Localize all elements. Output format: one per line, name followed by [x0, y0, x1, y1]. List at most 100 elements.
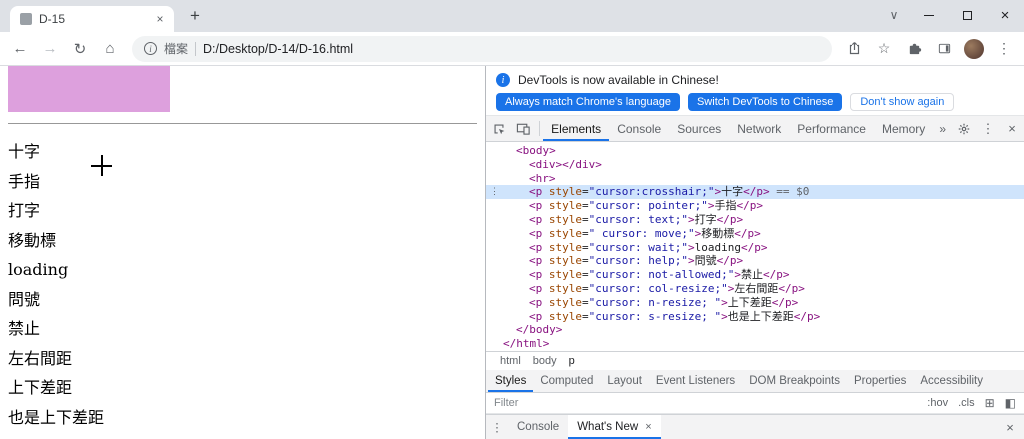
tab-search-chevron-icon[interactable]: ∨ — [878, 0, 910, 30]
devtools-tab-sources[interactable]: Sources — [669, 116, 729, 141]
page-text-也是上下差距: 也是上下差距 — [8, 407, 105, 427]
devtools-tab-performance[interactable]: Performance — [789, 116, 874, 141]
browser-menu-icon[interactable]: ⋮ — [990, 35, 1018, 63]
dom-tree-node[interactable]: <p style="cursor: help;">問號</p> — [486, 254, 1024, 268]
url-scheme-label: 檔案 — [164, 42, 189, 56]
forward-icon[interactable]: → — [36, 35, 64, 63]
dock-panel-icon[interactable]: ◧ — [1005, 396, 1016, 410]
infobar-button-always-match-chrome-s-language[interactable]: Always match Chrome's language — [496, 92, 680, 111]
window-close-button[interactable]: × — [986, 0, 1024, 30]
toggle-cls[interactable]: .cls — [958, 397, 975, 409]
styles-tab-computed[interactable]: Computed — [533, 370, 600, 392]
home-icon[interactable]: ⌂ — [96, 35, 124, 63]
omnibox-separator — [195, 41, 197, 56]
dom-tree-node[interactable]: <p style="cursor: wait;">loading</p> — [486, 241, 1024, 255]
styles-tab-styles[interactable]: Styles — [488, 370, 533, 392]
page-info-icon[interactable]: i — [144, 42, 157, 55]
dom-tree-node[interactable]: <p style="cursor: pointer;">手指</p> — [486, 199, 1024, 213]
styles-tab-event-listeners[interactable]: Event Listeners — [649, 370, 742, 392]
device-toolbar-icon[interactable] — [511, 116, 536, 141]
style-state-toggles: :hov .cls — [927, 397, 974, 409]
toolbar-separator — [539, 121, 541, 136]
styles-tab-layout[interactable]: Layout — [600, 370, 649, 392]
infobar-info-icon: i — [496, 73, 510, 87]
styles-tabbar: Styles Computed Layout Event Listeners DOM B… — [486, 370, 1024, 393]
drawer-tabs: Console What's New × — [508, 415, 661, 439]
devtools-tab-memory[interactable]: Memory — [874, 116, 933, 141]
dom-tree-node[interactable]: </html> — [486, 337, 1024, 351]
inspect-element-icon[interactable] — [486, 116, 511, 141]
devtools-tab-network[interactable]: Network — [729, 116, 789, 141]
back-icon[interactable]: ← — [6, 35, 34, 63]
browser-tab[interactable]: D-15 × — [10, 6, 174, 32]
elements-breadcrumb: html body p — [486, 351, 1024, 370]
page-text-打字: 打字 — [8, 201, 41, 220]
page-text-問號: 問號 — [8, 289, 41, 309]
devtools-tab-console[interactable]: Console — [609, 116, 669, 141]
dom-tree-node[interactable]: <p style="cursor: s-resize; ">也是上下差距</p> — [486, 310, 1024, 324]
infobar-message: DevTools is now available in Chinese! — [518, 73, 719, 87]
toggle-hov[interactable]: :hov — [927, 397, 948, 409]
elements-tree: <body> <div></div> <hr> ⋮ <p style="cursor:c… — [486, 142, 1024, 351]
styles-tab-dom-breakpoints[interactable]: DOM Breakpoints — [742, 370, 847, 392]
more-tabs-icon[interactable]: » — [933, 116, 952, 141]
bookmark-star-icon[interactable]: ☆ — [870, 35, 898, 63]
element-states-grid-icon[interactable]: ⊞ — [985, 396, 995, 410]
page-text-list: 十字 手指 打字 移動標 loading 問號 禁止 左右間距 上下差距 也是上下差距 — [8, 143, 104, 438]
profile-avatar[interactable] — [964, 38, 984, 59]
infobar-button-don-t-show-again[interactable]: Don't show again — [850, 92, 955, 111]
reload-icon[interactable]: ↻ — [66, 35, 94, 63]
window-minimize-button[interactable] — [910, 0, 948, 30]
settings-gear-icon[interactable] — [952, 116, 976, 141]
dom-tree-node[interactable]: <p style="cursor: not-allowed;">禁止</p> — [486, 268, 1024, 282]
styles-filter-input[interactable] — [494, 397, 918, 409]
dom-tree-node[interactable]: <div></div> — [486, 158, 1024, 172]
address-bar[interactable]: i 檔案 D:/Desktop/D-14/D-16.html — [132, 35, 832, 62]
page-text-手指: 手指 — [8, 171, 41, 191]
tab-favicon-icon — [20, 13, 32, 25]
url-text: D:/Desktop/D-14/D-16.html — [203, 41, 354, 56]
dom-tree-node[interactable]: <body> — [486, 144, 1024, 158]
styles-filter-bar: :hov .cls ⊞ ◧ — [486, 393, 1024, 414]
dom-tree-node[interactable]: <p style=" cursor: move;">移動標</p> — [486, 227, 1024, 241]
drawer-tab-console[interactable]: Console — [508, 415, 568, 439]
dom-tree-node[interactable]: <hr> — [486, 172, 1024, 186]
devtools-drawer: ⋮ Console What's New × × — [486, 414, 1024, 439]
dom-tree-node[interactable]: <p style="cursor: n-resize; ">上下差距</p> — [486, 296, 1024, 310]
browser-toolbar: ← → ↻ ⌂ i 檔案 D:/Desktop/D-14/D-16.html ☆ — [0, 32, 1024, 66]
styles-tab-accessibility[interactable]: Accessibility — [913, 370, 990, 392]
page-text-上下差距: 上下差距 — [8, 378, 73, 397]
infobar-button-switch-devtools-to-chinese[interactable]: Switch DevTools to Chinese — [687, 92, 843, 111]
devtools-tab-elements[interactable]: Elements — [543, 116, 609, 141]
page-text-移動標: 移動標 — [8, 230, 57, 250]
page-text-左右間距: 左右間距 — [8, 348, 73, 368]
dom-tree-node[interactable]: ⋮ <p style="cursor:crosshair;">十字</p> == … — [486, 185, 1024, 200]
drawer-menu-icon[interactable]: ⋮ — [486, 415, 508, 439]
page-viewport: 十字 手指 打字 移動標 loading 問號 禁止 左右間距 上下差距 也是上下差距 — [0, 66, 485, 439]
tab-strip: D-15 × + ∨ × — [0, 0, 1024, 32]
drawer-close-icon[interactable]: × — [996, 415, 1024, 439]
window-controls: ∨ × — [878, 0, 1024, 30]
devtools-infobar: i DevTools is now available in Chinese! — [486, 66, 1024, 90]
tab-close-icon[interactable]: × — [152, 11, 168, 27]
devtools-menu-icon[interactable]: ⋮ — [976, 116, 1000, 141]
extensions-icon[interactable] — [900, 35, 928, 63]
dom-tree-node[interactable]: <p style="cursor: text;">打字</p> — [486, 213, 1024, 227]
dom-tree-node[interactable]: </body> — [486, 323, 1024, 337]
side-panel-icon[interactable] — [930, 35, 958, 63]
devtools-close-icon[interactable]: × — [1000, 116, 1024, 141]
page-color-block — [8, 66, 170, 112]
window-maximize-button[interactable] — [948, 0, 986, 30]
dom-tree-node[interactable]: <p style="cursor: col-resize;">左右間距</p> — [486, 282, 1024, 296]
styles-tab-properties[interactable]: Properties — [847, 370, 913, 392]
devtools-tabbar-right: ⋮ × — [952, 116, 1024, 141]
share-icon[interactable] — [840, 35, 868, 63]
drawer-tab-what-s-new[interactable]: What's New × — [568, 415, 661, 439]
node-overflow-icon[interactable]: ⋮ — [490, 186, 499, 198]
new-tab-button[interactable]: + — [182, 3, 208, 29]
breadcrumb-body[interactable]: body — [527, 355, 563, 367]
breadcrumb-html[interactable]: html — [494, 355, 527, 367]
breadcrumb-p[interactable]: p — [563, 355, 581, 367]
drawer-tab-close-icon[interactable]: × — [645, 421, 651, 433]
devtools-panel-tabs: Elements Console Sources Network Performance… — [543, 116, 933, 141]
